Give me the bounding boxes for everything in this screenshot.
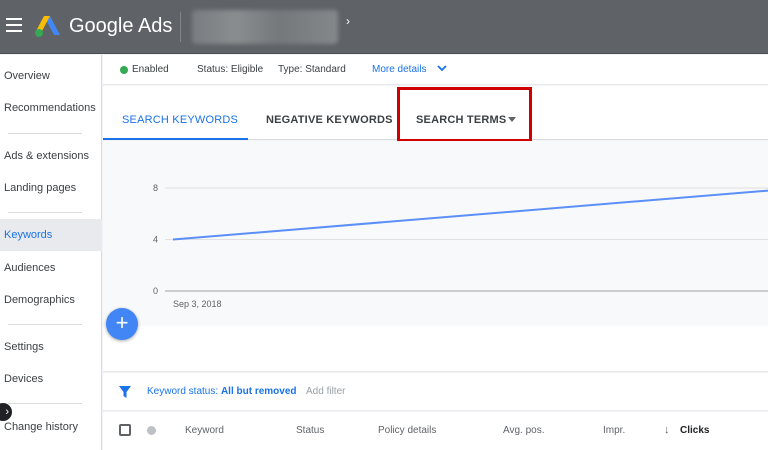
sidebar-item-landing-pages[interactable]: Landing pages [0,172,102,204]
series-line-0 [172,189,768,241]
account-selector[interactable] [192,10,338,44]
brand-divider [180,12,181,42]
sort-descending-arrow-icon[interactable]: ↓ [664,424,670,436]
y-tick-label: 4 [153,235,158,245]
nav-divider [8,133,82,134]
tab-negative-keywords[interactable]: NEGATIVE KEYWORDS [266,114,393,126]
line-chart-svg: 0 4 8 Sep 3, 2018 [153,183,768,309]
column-header-impr[interactable]: Impr. [603,425,625,436]
filter-value: All but removed [220,386,297,397]
column-header-clicks[interactable]: Clicks [680,425,709,436]
tab-search-keywords[interactable]: SEARCH KEYWORDS [122,114,238,126]
enabled-status-dot-icon [120,66,128,74]
sidebar-item-settings[interactable]: Settings [0,331,102,363]
filter-funnel-icon[interactable] [118,385,132,399]
top-app-bar: Google Ads › [0,0,768,54]
selected-tab-indicator [103,138,248,140]
x-tick-label: Sep 3, 2018 [173,299,222,309]
status-type: Type: Standard [278,64,346,75]
google-ads-logo-icon [35,16,60,37]
sidebar-item-audiences[interactable]: Audiences [0,252,102,284]
chevron-right-icon: › [346,14,350,28]
column-header-status[interactable]: Status [296,425,324,436]
sidebar: Overview Recommendations Ads & extension… [0,55,102,450]
more-details-link[interactable]: More details [372,64,426,75]
menu-icon[interactable] [6,18,22,32]
y-tick-label: 0 [153,286,158,296]
column-header-policy-details[interactable]: Policy details [378,425,436,436]
nav-divider [8,324,82,325]
select-all-checkbox[interactable] [119,424,131,436]
filter-bar: Keyword status: All but removed Add filt… [103,373,768,411]
add-keyword-fab-plus-icon[interactable]: + [106,308,138,340]
campaign-status-row: Enabled Status: Eligible Type: Standard … [103,55,768,85]
y-tick-label: 8 [153,183,158,193]
sidebar-item-demographics[interactable]: Demographics [0,284,102,316]
sidebar-item-keywords[interactable]: Keywords [0,219,102,251]
sidebar-item-change-history[interactable]: Change history [0,411,102,443]
filter-prefix: Keyword status: [147,386,219,397]
column-header-avg-pos[interactable]: Avg. pos. [503,425,545,436]
nav-divider [8,212,82,213]
status-column-dot-icon [147,426,156,435]
sidebar-item-recommendations[interactable]: Recommendations [0,92,102,124]
performance-chart: 0 4 8 Sep 3, 2018 [103,141,768,326]
chart-footer-band [103,326,768,372]
status-enabled: Enabled [132,64,169,75]
nav-divider [8,403,82,404]
brand-title: Google Ads [69,15,173,37]
dropdown-caret-icon[interactable] [508,117,516,122]
keyword-status-filter-chip[interactable]: Keyword status: All but removed [147,386,297,397]
add-filter-link[interactable]: Add filter [306,386,345,397]
search-terms-highlight-box [397,87,532,142]
sidebar-item-devices[interactable]: Devices [0,363,102,395]
sidebar-item-overview[interactable]: Overview [0,60,102,92]
sidebar-item-ads-extensions[interactable]: Ads & extensions [0,140,102,172]
keywords-table-header: Keyword Status Policy details Avg. pos. … [103,412,768,450]
column-header-keyword[interactable]: Keyword [185,425,224,436]
status-eligible: Status: Eligible [197,64,264,75]
chevron-down-icon[interactable] [436,62,448,74]
